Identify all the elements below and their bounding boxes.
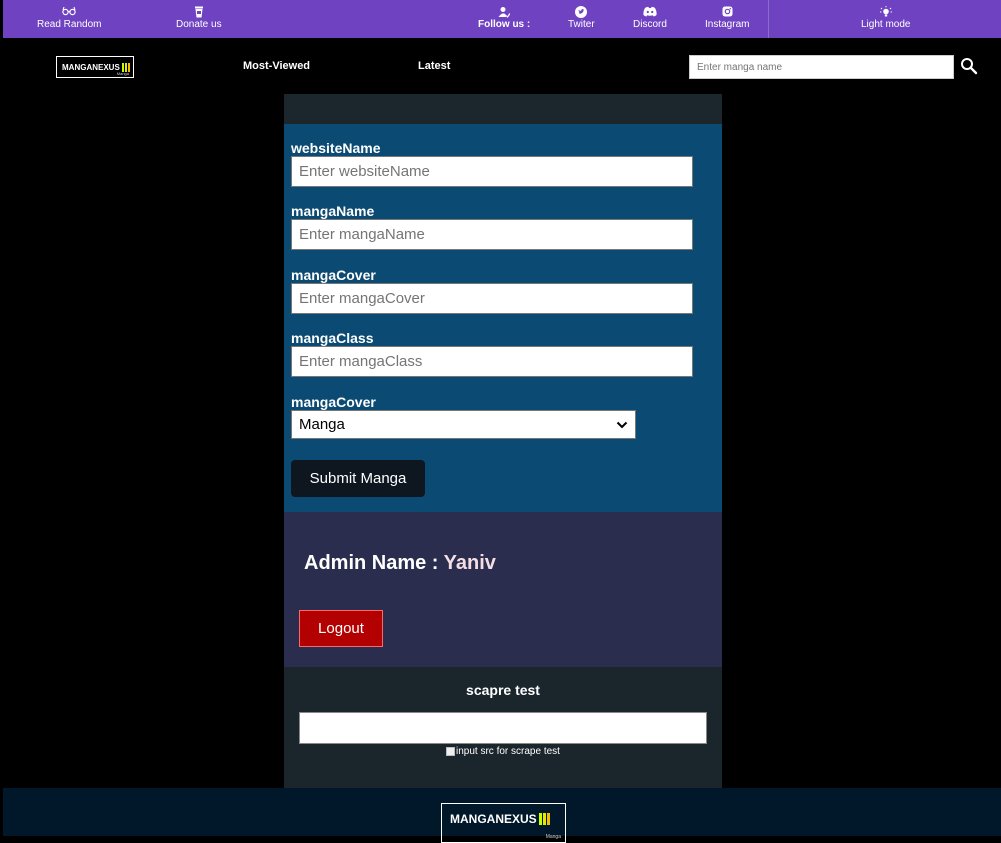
select-value: Manga	[299, 416, 345, 433]
footer-logo-bars-icon	[538, 813, 551, 825]
field-label-type-select: mangaCover	[291, 394, 376, 410]
scrape-src-input[interactable]	[299, 712, 707, 744]
twitter-label: Twiter	[568, 19, 595, 30]
search-input[interactable]	[689, 55, 954, 79]
instagram-link[interactable]: Instagram	[705, 6, 749, 31]
follow-us-label: Follow us :	[478, 19, 531, 30]
instagram-icon	[705, 6, 749, 18]
admin-name-value: Yaniv	[443, 552, 496, 574]
discord-label: Discord	[633, 19, 667, 30]
user-check-icon	[478, 6, 530, 18]
glasses-icon	[37, 6, 101, 18]
submit-manga-button[interactable]: Submit Manga	[291, 460, 425, 497]
top-bar: Read Random Donate us Follow us : Twiter…	[3, 0, 1001, 38]
footer-logo-subtext: Manga	[545, 834, 561, 840]
search-icon[interactable]	[960, 57, 978, 75]
manga-name-input[interactable]	[291, 219, 693, 250]
nav-most-viewed[interactable]: Most-Viewed	[243, 60, 310, 72]
nav-latest[interactable]: Latest	[418, 60, 450, 72]
add-manga-form: websiteName mangaName mangaCover mangaCl…	[284, 124, 722, 512]
admin-panel: Admin Name : Yaniv Logout	[284, 512, 722, 667]
read-random-link[interactable]: Read Random	[37, 6, 101, 31]
site-logo[interactable]: MANGANEXUS Manga	[56, 56, 134, 78]
topbar-divider	[768, 0, 769, 38]
discord-link[interactable]: Discord	[633, 6, 667, 31]
website-name-input[interactable]	[291, 156, 693, 187]
broken-image-icon	[446, 747, 455, 756]
light-mode-toggle[interactable]: Light mode	[861, 6, 910, 31]
scrape-test-panel: scapre test input src for scrape test	[284, 667, 722, 788]
donate-label: Donate us	[176, 19, 222, 30]
field-label-website-name: websiteName	[291, 140, 381, 156]
footer-logo-text: MANGANEXUS	[450, 812, 537, 826]
scrape-test-image: input src for scrape test	[446, 746, 560, 757]
follow-us: Follow us :	[478, 6, 530, 31]
scrape-image-alt-text: input src for scrape test	[456, 746, 560, 757]
twitter-icon	[568, 6, 595, 18]
light-mode-label: Light mode	[861, 19, 911, 30]
admin-name-heading: Admin Name : Yaniv	[304, 552, 496, 575]
logo-subtext: Manga	[116, 71, 129, 76]
scrape-test-title: scapre test	[466, 682, 540, 698]
lightbulb-icon	[861, 6, 910, 18]
footer: MANGANEXUS Manga	[3, 788, 1001, 843]
chevron-down-icon	[616, 416, 628, 433]
admin-name-label: Admin Name :	[304, 552, 444, 574]
field-label-manga-class: mangaClass	[291, 330, 374, 346]
manga-type-select[interactable]: Manga	[291, 410, 636, 439]
discord-icon	[633, 6, 667, 18]
instagram-label: Instagram	[705, 19, 750, 30]
twitter-link[interactable]: Twiter	[568, 6, 595, 31]
read-random-label: Read Random	[37, 19, 102, 30]
logout-button[interactable]: Logout	[299, 610, 383, 647]
field-label-manga-name: mangaName	[291, 203, 375, 219]
logo-text: MANGANEXUS	[62, 62, 120, 72]
field-label-manga-cover: mangaCover	[291, 267, 376, 283]
manga-class-input[interactable]	[291, 346, 693, 377]
donate-link[interactable]: Donate us	[176, 6, 222, 31]
manga-cover-input[interactable]	[291, 283, 693, 314]
footer-logo[interactable]: MANGANEXUS Manga	[441, 803, 566, 843]
panel-header	[284, 94, 722, 124]
coffee-cup-icon	[176, 6, 222, 18]
